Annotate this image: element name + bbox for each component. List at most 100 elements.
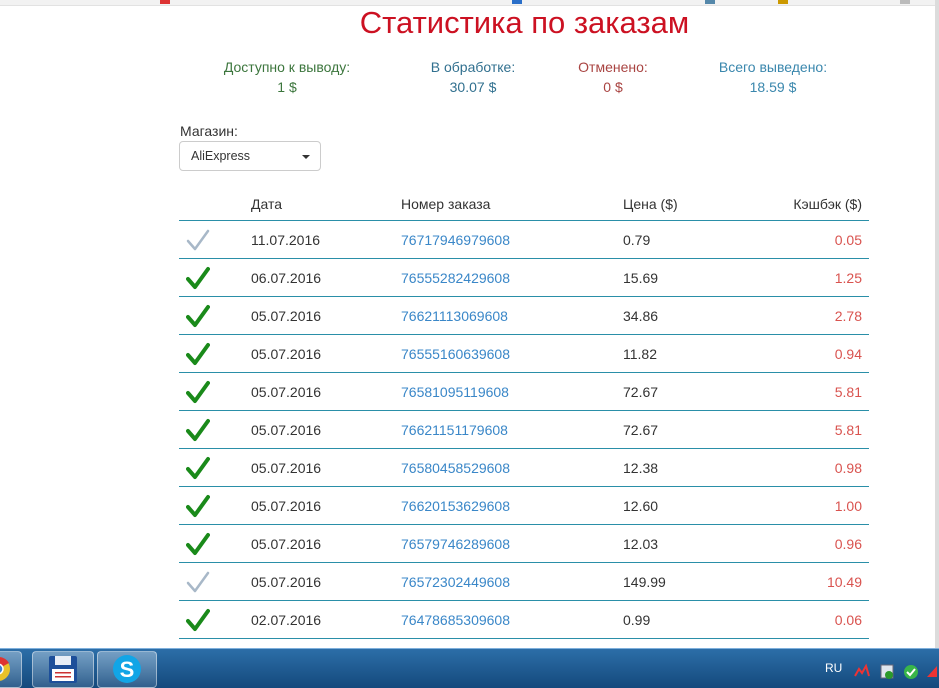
language-indicator[interactable]: RU: [825, 661, 842, 675]
order-number-cell: 76579746289608: [401, 524, 623, 563]
arrow-icon[interactable]: [925, 663, 939, 679]
cashback-cell: 1.00: [773, 486, 869, 525]
check-confirmed-icon: [186, 266, 210, 289]
taskbar-app-save[interactable]: [32, 651, 94, 688]
price-cell: 0.99: [623, 600, 773, 639]
table-row: 05.07.2016 76621151179608 72.67 5.81: [179, 410, 869, 449]
caret-down-icon: [302, 155, 310, 159]
taskbar-app-skype[interactable]: S: [97, 651, 157, 688]
cashback-cell: 0.96: [773, 524, 869, 563]
order-number-cell: 76621151179608: [401, 410, 623, 449]
check-confirmed-icon: [186, 380, 210, 403]
date-cell: 05.07.2016: [251, 296, 401, 335]
taskbar-app-chrome[interactable]: [0, 651, 22, 688]
check-confirmed-icon: [186, 532, 210, 555]
check-confirmed-icon: [186, 456, 210, 479]
stat-available-value: 1 $: [277, 79, 297, 95]
price-cell: 12.38: [623, 448, 773, 487]
table-row: 05.07.2016 76579746289608 12.03 0.96: [179, 524, 869, 563]
order-number-cell: 76620153629608: [401, 486, 623, 525]
table-row: 05.07.2016 76620153629608 12.60 1.00: [179, 486, 869, 525]
order-number-link[interactable]: 76555282429608: [401, 270, 510, 286]
order-number-link[interactable]: 76621151179608: [401, 422, 508, 438]
order-number-cell: 76717946979608: [401, 220, 623, 259]
table-header-row: Дата Номер заказа Цена ($) Кэшбэк ($): [179, 187, 869, 221]
table-row: 02.07.2016 76478685309608 0.99 0.06: [179, 600, 869, 639]
update-icon[interactable]: [902, 663, 920, 681]
page-title: Статистика по заказам: [359, 5, 690, 40]
stat-canceled-label: Отменено:: [578, 59, 648, 75]
cashback-cell: 0.98: [773, 448, 869, 487]
cashback-cell: 0.05: [773, 220, 869, 259]
cashback-cell: 0.94: [773, 334, 869, 373]
order-number-cell: 76572302449608: [401, 562, 623, 601]
table-row: 05.07.2016 76581095119608 72.67 5.81: [179, 372, 869, 411]
order-number-link[interactable]: 76580458529608: [401, 460, 510, 476]
save-disk-icon: [49, 656, 77, 683]
shop-label: Магазин:: [180, 123, 238, 139]
check-pending-icon: [186, 571, 210, 592]
table-row: 05.07.2016 76555160639608 11.82 0.94: [179, 334, 869, 373]
status-cell: [179, 334, 251, 373]
table-row: 11.07.2016 76717946979608 0.79 0.05: [179, 220, 869, 259]
date-cell: 05.07.2016: [251, 486, 401, 525]
status-cell: [179, 410, 251, 449]
status-cell: [179, 486, 251, 525]
order-number-link[interactable]: 76555160639608: [401, 346, 510, 362]
date-cell: 02.07.2016: [251, 600, 401, 639]
table-row: 06.07.2016 76555282429608 15.69 1.25: [179, 258, 869, 297]
stat-available: Доступно к выводу: 1 $: [208, 57, 366, 97]
date-cell: 05.07.2016: [251, 372, 401, 411]
order-number-cell: 76580458529608: [401, 448, 623, 487]
order-number-cell: 76581095119608: [401, 372, 623, 411]
order-number-link[interactable]: 76581095119608: [401, 384, 509, 400]
status-cell: [179, 600, 251, 639]
stat-canceled: Отменено: 0 $: [566, 57, 660, 97]
cashback-cell: 1.25: [773, 258, 869, 297]
date-cell: 05.07.2016: [251, 334, 401, 373]
order-number-link[interactable]: 76478685309608: [401, 612, 510, 628]
status-cell: [179, 296, 251, 335]
orders-body: 11.07.2016 76717946979608 0.79 0.05 06.07.20…: [179, 220, 869, 639]
header-cashback: Кэшбэк ($): [773, 187, 869, 221]
order-number-link[interactable]: 76579746289608: [401, 536, 510, 552]
check-confirmed-icon: [186, 608, 210, 631]
price-cell: 0.79: [623, 220, 773, 259]
price-cell: 15.69: [623, 258, 773, 297]
status-cell: [179, 562, 251, 601]
header-price: Цена ($): [623, 187, 773, 221]
order-number-cell: 76478685309608: [401, 600, 623, 639]
cashback-cell: 10.49: [773, 562, 869, 601]
date-cell: 05.07.2016: [251, 448, 401, 487]
security-icon[interactable]: [878, 663, 896, 681]
price-cell: 34.86: [623, 296, 773, 335]
price-cell: 12.60: [623, 486, 773, 525]
stat-processing-label: В обработке:: [430, 59, 516, 75]
price-cell: 12.03: [623, 524, 773, 563]
cashback-cell: 2.78: [773, 296, 869, 335]
shop-select-value: AliExpress: [191, 149, 251, 163]
chrome-icon: [0, 657, 10, 681]
stat-processing-value: 30.07 $: [449, 79, 497, 95]
orders-table: Дата Номер заказа Цена ($) Кэшбэк ($) 11…: [179, 187, 869, 639]
check-confirmed-icon: [186, 418, 210, 441]
network-icon[interactable]: [853, 663, 871, 679]
status-cell: [179, 258, 251, 297]
date-cell: 05.07.2016: [251, 524, 401, 563]
order-number-link[interactable]: 76717946979608: [401, 232, 510, 248]
status-cell: [179, 448, 251, 487]
taskbar: S RU: [0, 648, 939, 688]
status-cell: [179, 524, 251, 563]
order-number-cell: 76555282429608: [401, 258, 623, 297]
order-number-link[interactable]: 76621113069608: [401, 308, 508, 324]
shop-select[interactable]: AliExpress: [179, 141, 321, 171]
header-status: [179, 187, 251, 221]
date-cell: 11.07.2016: [251, 220, 401, 259]
window-edge: [935, 0, 939, 648]
date-cell: 05.07.2016: [251, 410, 401, 449]
order-number-link[interactable]: 76572302449608: [401, 574, 510, 590]
order-number-link[interactable]: 76620153629608: [401, 498, 510, 514]
order-number-cell: 76621113069608: [401, 296, 623, 335]
cashback-cell: 0.06: [773, 600, 869, 639]
date-cell: 05.07.2016: [251, 562, 401, 601]
